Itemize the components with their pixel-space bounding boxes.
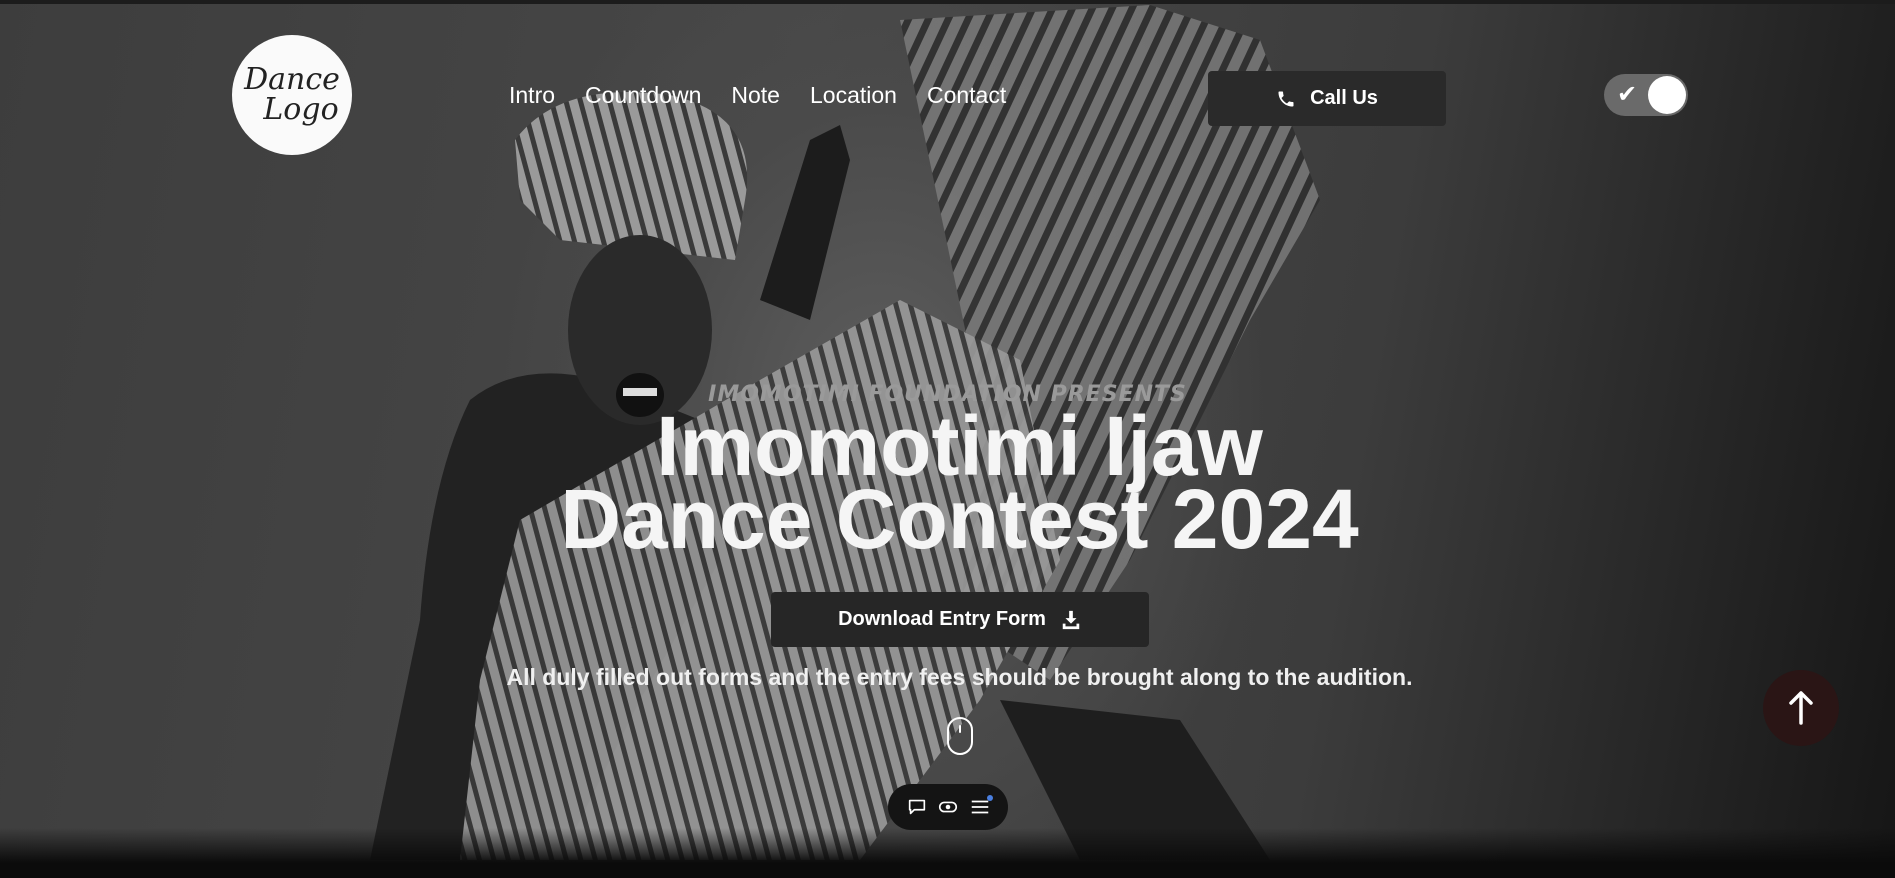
phone-icon [1278,91,1294,106]
floating-toolbar [888,784,1008,830]
toggle-knob [1648,76,1686,114]
chat-icon[interactable] [906,796,928,818]
main-nav: Intro Countdown Note Location Contact [509,82,1036,109]
nav-item-note[interactable]: Note [731,82,780,109]
call-us-label: Call Us [1310,87,1378,109]
nav-item-location[interactable]: Location [810,82,897,109]
hero-title-line2: Dance Contest 2024 [560,472,1359,566]
arrow-up-icon [1789,691,1813,725]
logo-line1: Dance [244,62,340,97]
hero-title: Imomotimi Ijaw Dance Contest 2024 [0,404,1895,566]
nav-item-intro[interactable]: Intro [509,82,555,109]
nav-item-countdown[interactable]: Countdown [585,82,701,109]
download-entry-form-button[interactable]: Download Entry Form [771,592,1149,647]
logo-line2: Logo [263,92,339,127]
ground-shadow [0,828,1895,878]
hero-note: All duly filled out forms and the entry … [506,664,1413,690]
download-label: Download Entry Form [838,608,1046,630]
nav-item-contact[interactable]: Contact [927,82,1006,109]
theme-toggle[interactable]: ✔ [1604,74,1688,116]
mouse-wheel [959,725,961,733]
eye-icon[interactable] [937,796,959,818]
check-icon: ✔ [1617,81,1638,108]
download-icon [1062,610,1080,629]
menu-icon[interactable] [969,795,993,818]
mouse-icon[interactable] [947,717,973,755]
scroll-to-top-button[interactable] [1763,670,1839,746]
site-logo[interactable]: Dance Logo [232,35,352,155]
call-us-button[interactable]: Call Us [1208,71,1446,126]
notification-dot [986,795,993,801]
